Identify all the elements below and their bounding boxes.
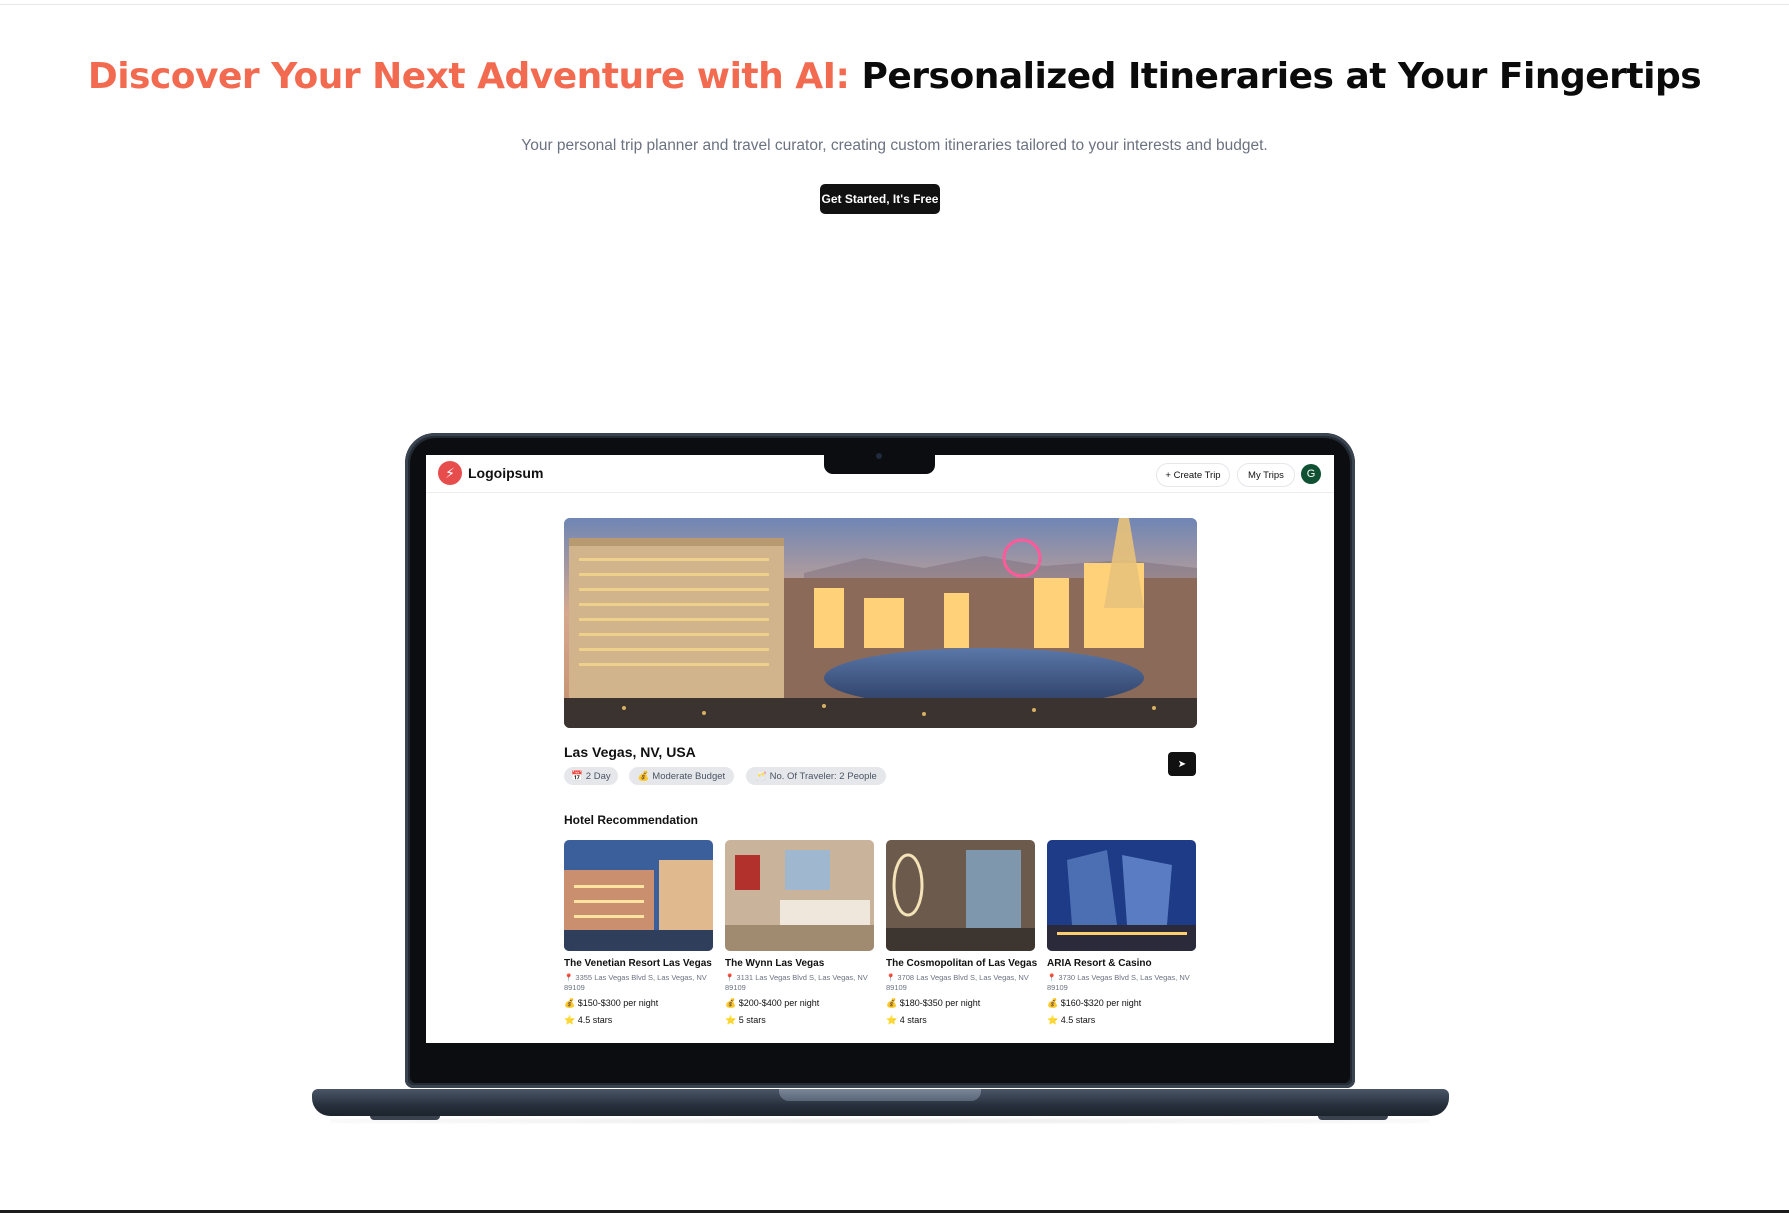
trip-destination-title: Las Vegas, NV, USA (564, 744, 696, 760)
hotel-card[interactable]: The Venetian Resort Las Vegas 📍 3355 Las… (564, 840, 713, 1026)
hotel-image (725, 840, 874, 951)
hotel-section-title: Hotel Recommendation (564, 813, 699, 827)
hotel-card[interactable]: ARIA Resort & Casino 📍 3730 Las Vegas Bl… (1047, 840, 1196, 1026)
las-vegas-skyline-image (564, 518, 1197, 728)
my-trips-button[interactable]: My Trips (1237, 463, 1295, 487)
hotel-name: ARIA Resort & Casino (1047, 958, 1152, 969)
laptop-base-groove (779, 1089, 981, 1101)
logo-text[interactable]: Logoipsum (468, 465, 543, 481)
hotel-image (564, 840, 713, 951)
send-icon: ➤ (1177, 758, 1187, 770)
hotel-address: 📍 3355 Las Vegas Blvd S, Las Vegas, NV 8… (564, 973, 707, 992)
hero-subtitle: Your personal trip planner and travel cu… (521, 137, 1268, 154)
hotel-name: The Venetian Resort Las Vegas (564, 958, 712, 969)
hero-title-accent: Discover Your Next Adventure with AI: (87, 56, 850, 97)
hero-title-rest: Personalized Itineraries at Your Fingert… (861, 56, 1702, 97)
hotel-address: 📍 3708 Las Vegas Blvd S, Las Vegas, NV 8… (886, 973, 1029, 992)
create-trip-button[interactable]: + Create Trip (1156, 463, 1230, 487)
hotel-name: The Wynn Las Vegas (725, 958, 825, 969)
hotel-price: 💰 $150-$300 per night (564, 998, 659, 1008)
share-button[interactable]: ➤ (1168, 752, 1196, 776)
hotel-rating: ⭐ 5 stars (725, 1015, 766, 1025)
camera-icon (876, 453, 882, 459)
hotel-address: 📍 3131 Las Vegas Blvd S, Las Vegas, NV 8… (725, 973, 868, 992)
hotel-name: The Cosmopolitan of Las Vegas (886, 958, 1038, 969)
hotel-price: 💰 $160-$320 per night (1047, 998, 1142, 1008)
destination-image (564, 518, 1197, 728)
hotel-rating: ⭐ 4.5 stars (564, 1015, 613, 1025)
top-divider (0, 4, 1789, 5)
hotel-image (886, 840, 1035, 951)
hotel-card[interactable]: The Cosmopolitan of Las Vegas 📍 3708 Las… (886, 840, 1038, 1026)
laptop-shadow (330, 1118, 1430, 1124)
get-started-button[interactable]: Get Started, It's Free (820, 184, 940, 214)
days-chip: 📅 2 Day (564, 767, 618, 785)
hotel-rating: ⭐ 4 stars (886, 1015, 927, 1025)
avatar[interactable]: G (1301, 464, 1321, 484)
hotel-address: 📍 3730 Las Vegas Blvd S, Las Vegas, NV 8… (1047, 973, 1190, 992)
budget-chip: 💰 Moderate Budget (629, 767, 734, 785)
logo-bolt-icon[interactable]: ⚡ (438, 461, 462, 485)
hotel-price: 💰 $200-$400 per night (725, 998, 820, 1008)
hero-title: Discover Your Next Adventure with AI: Pe… (0, 56, 1789, 97)
hotel-card[interactable]: The Wynn Las Vegas 📍 3131 Las Vegas Blvd… (725, 840, 874, 1026)
hotel-rating: ⭐ 4.5 stars (1047, 1015, 1096, 1025)
hotel-price: 💰 $180-$350 per night (886, 998, 981, 1008)
hotel-image (1047, 840, 1196, 951)
laptop-screen: ⚡ Logoipsum + Create Trip My Trips G Las… (426, 455, 1334, 1043)
travelers-chip: 🥂 No. Of Traveler: 2 People (746, 767, 886, 785)
